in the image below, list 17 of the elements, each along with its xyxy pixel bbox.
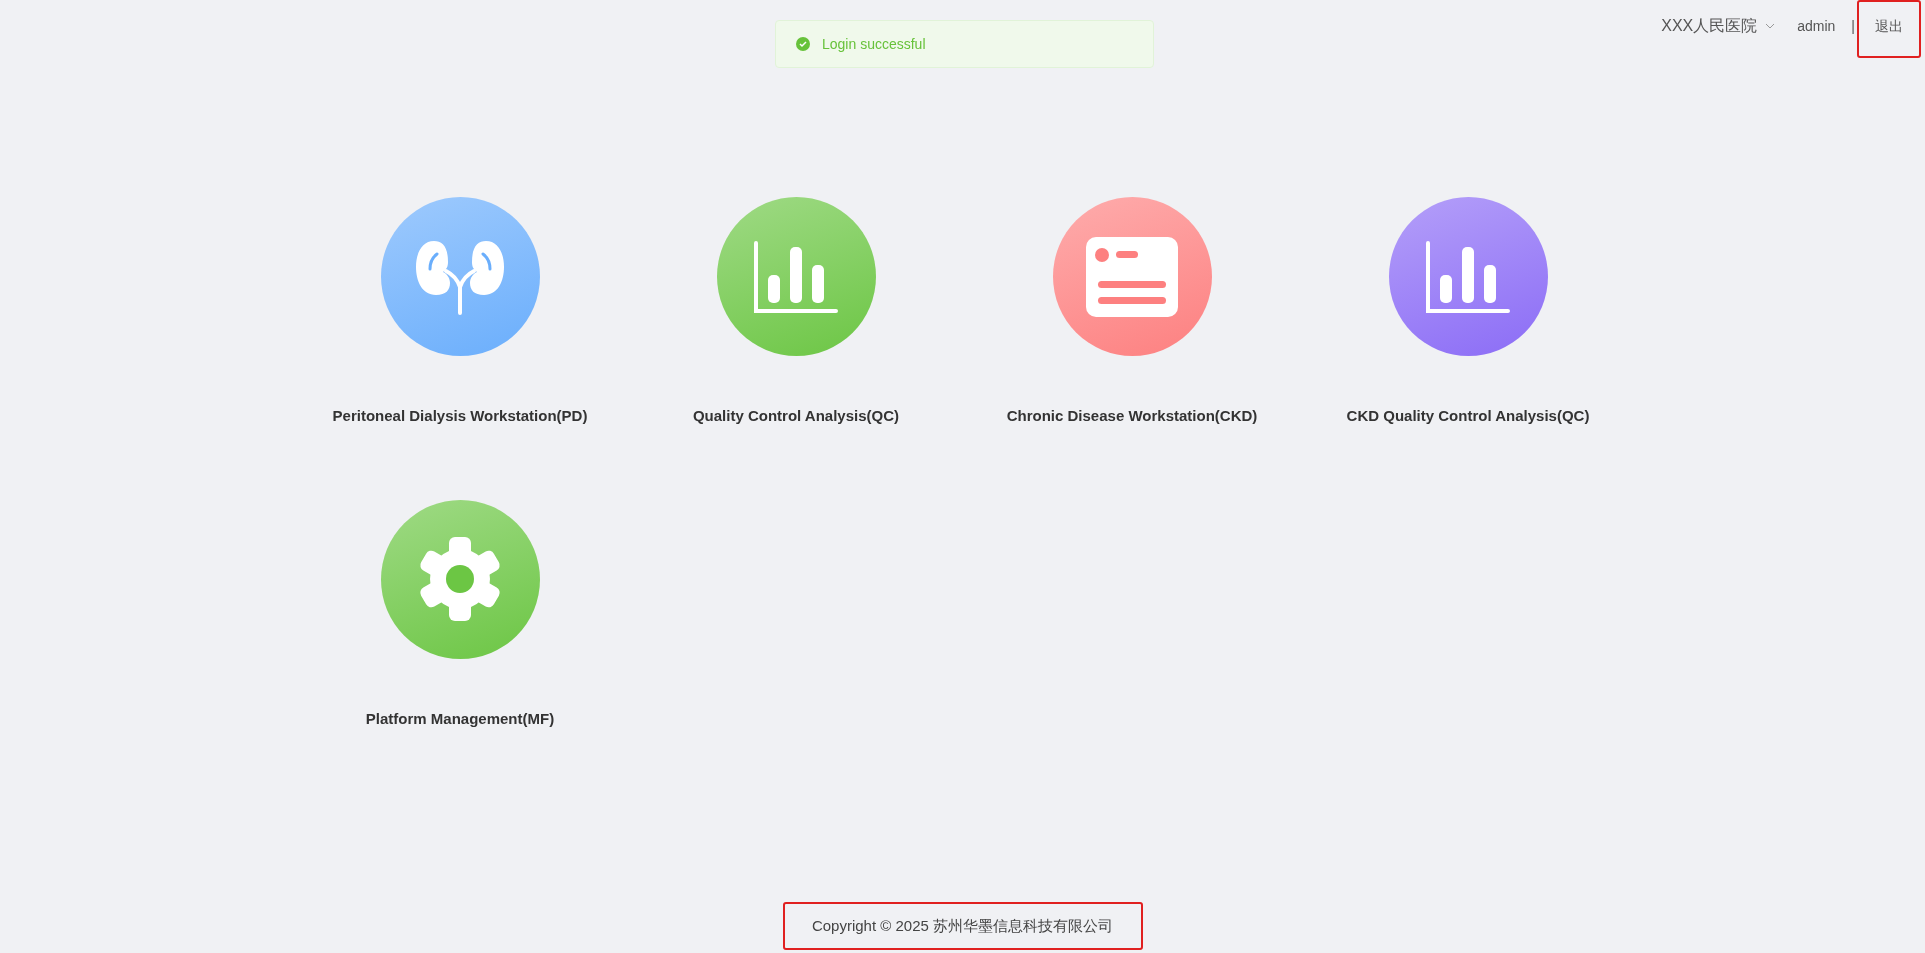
logout-button[interactable]: 退出 xyxy=(1857,0,1921,58)
module-label[interactable]: Chronic Disease Workstation(CKD) xyxy=(1006,405,1258,428)
bar-chart-icon xyxy=(752,238,840,315)
hospital-selector[interactable]: XXX人民医院 xyxy=(1661,14,1776,38)
check-circle-icon xyxy=(796,37,810,51)
toast-message: Login successful xyxy=(822,34,926,54)
gear-icon xyxy=(417,536,503,622)
module-label[interactable]: Platform Management(MF) xyxy=(365,707,555,730)
module-label[interactable]: CKD Quality Control Analysis(QC) xyxy=(1346,405,1590,428)
bar-chart-icon xyxy=(1424,238,1512,315)
separator: | xyxy=(1851,16,1855,36)
caret-icon xyxy=(1765,23,1776,29)
copyright-text: Copyright © 2025 苏州华墨信息科技有限公司 xyxy=(782,902,1143,950)
username: admin xyxy=(1797,16,1836,36)
module-label[interactable]: Quality Control Analysis(QC) xyxy=(692,405,900,428)
module-label[interactable]: Peritoneal Dialysis Workstation(PD) xyxy=(332,405,588,428)
id-card-icon xyxy=(1086,236,1178,317)
